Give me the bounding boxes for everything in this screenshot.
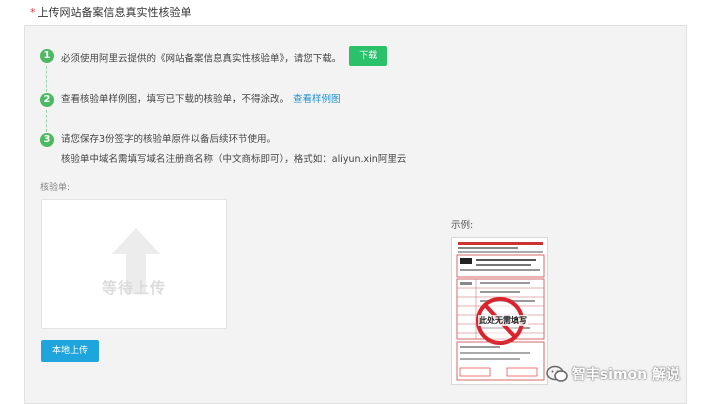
view-sample-link[interactable]: 查看样例图	[293, 94, 341, 105]
wechat-icon	[546, 365, 568, 382]
sample-form-image[interactable]: 此处无需填写	[451, 237, 548, 385]
step-3-description: 请您保存3份签字的核验单原件以备后续环节使用。	[61, 134, 277, 145]
sample-form-illustration	[456, 242, 545, 381]
step-number-3: 3	[40, 133, 54, 147]
step-number-1: 1	[40, 49, 54, 63]
step-1-text: 必须使用阿里云提供的《网站备案信息真实性核验单》，请您下载。 下载	[61, 46, 388, 69]
watermark: 智丰simon 解说	[546, 364, 680, 384]
download-button[interactable]: 下载	[349, 46, 388, 66]
upload-dropzone[interactable]: 等待上传	[41, 199, 227, 329]
example-label: 示例:	[451, 220, 474, 231]
upload-placeholder-text: 等待上传	[101, 279, 166, 297]
sample-stamp-text: 此处无需填写	[478, 315, 528, 326]
step-3: 3 请您保存3份签字的核验单原件以备后续环节使用。 核验单中域名需填写域名注册商…	[40, 133, 406, 167]
step-1: 1 必须使用阿里云提供的《网站备案信息真实性核验单》，请您下载。 下载	[40, 46, 388, 69]
step-connector-1	[46, 66, 47, 92]
step-2: 2 查看核验单样例图，填写已下载的核验单，不得涂改。 查看样例图	[40, 93, 341, 107]
step-3-text: 请您保存3份签字的核验单原件以备后续环节使用。 核验单中域名需填写域名注册商名称…	[61, 133, 406, 167]
step-1-description: 必须使用阿里云提供的《网站备案信息真实性核验单》，请您下载。	[61, 53, 342, 65]
step-connector-2	[46, 110, 47, 132]
page-title: * 上传网站备案信息真实性核验单	[30, 4, 192, 20]
page-title-text: 上传网站备案信息真实性核验单	[37, 6, 192, 19]
step-2-text: 查看核验单样例图，填写已下载的核验单，不得涂改。 查看样例图	[61, 93, 341, 107]
required-mark: *	[30, 6, 36, 19]
verification-form-label: 核验单:	[40, 183, 71, 193]
local-upload-button[interactable]: 本地上传	[41, 340, 99, 362]
step-3-subtext: 核验单中域名需填写域名注册商名称（中文商标即可），格式如：aliyun.xin阿…	[61, 154, 407, 165]
step-2-description: 查看核验单样例图，填写已下载的核验单，不得涂改。	[61, 94, 290, 105]
step-number-2: 2	[40, 93, 54, 107]
watermark-text: 智丰simon 解说	[571, 367, 680, 383]
